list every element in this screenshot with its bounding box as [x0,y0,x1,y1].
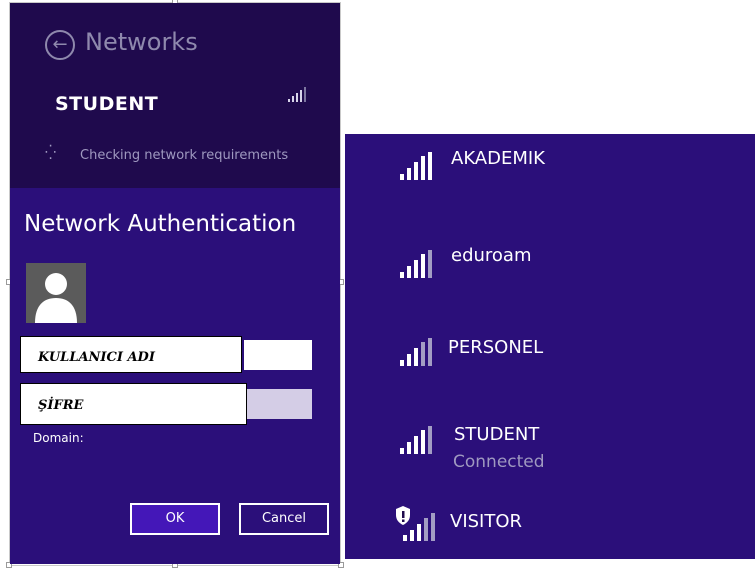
connection-status: Connected [453,452,545,472]
auth-title: Network Authentication [24,211,297,237]
network-item-student[interactable]: STUDENT Connected [345,410,755,490]
ok-button[interactable]: OK [130,503,220,535]
username-input[interactable] [244,340,312,370]
spinner-icon: ⁛ [45,145,57,161]
cancel-button[interactable]: Cancel [239,503,329,535]
network-item-visitor[interactable]: VISITOR [345,495,755,557]
network-name: VISITOR [450,511,523,532]
password-label: ŞİFRE [20,383,247,425]
signal-strength-icon [400,338,432,366]
user-avatar-icon [26,263,86,323]
signal-strength-icon [400,250,432,278]
networks-title: Networks [85,28,198,56]
shield-warning-icon [396,506,435,541]
network-item-eduroam[interactable]: eduroam [345,230,755,310]
signal-strength-icon [400,152,432,180]
status-text: Checking network requirements [80,148,289,163]
network-name: AKADEMIK [451,148,545,169]
network-name: eduroam [451,245,532,266]
network-item-personel[interactable]: PERSONEL [345,322,755,402]
username-label: KULLANICI ADI [20,336,242,373]
domain-label: Domain: [33,431,84,445]
password-input[interactable] [247,389,312,419]
network-item-akademik[interactable]: AKADEMIK [345,134,755,219]
network-name: PERSONEL [448,337,544,358]
selected-network-name: STUDENT [55,93,159,115]
signal-strength-icon [400,426,432,454]
network-name: STUDENT [454,424,540,445]
back-arrow-icon[interactable]: ← [45,30,75,60]
signal-strength-icon [288,87,306,102]
